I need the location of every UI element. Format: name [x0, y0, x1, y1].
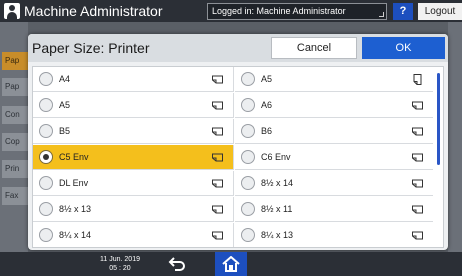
paper-size-option[interactable]: 8½ x 13 — [33, 197, 234, 222]
background-menu-item: Fax — [2, 187, 28, 205]
paper-size-option[interactable]: A4 — [33, 67, 234, 92]
radio-button-icon — [39, 202, 53, 216]
logout-button[interactable]: Logout — [418, 3, 462, 20]
home-icon — [222, 256, 240, 272]
paper-size-label: A6 — [261, 100, 273, 110]
paper-size-option[interactable]: 8¼ x 14 — [33, 223, 234, 247]
radio-button-icon — [39, 124, 53, 138]
paper-size-option[interactable]: C5 Env — [33, 145, 234, 170]
user-icon — [4, 3, 20, 19]
paper-size-dialog: Paper Size: Printer Cancel OK A4 A5 A5 A6 B5… — [28, 34, 448, 250]
paper-size-label: A5 — [261, 74, 273, 84]
time-text: 05 : 20 — [109, 265, 131, 272]
landscape-orientation-icon — [412, 153, 423, 162]
paper-size-label: 8¼ x 14 — [59, 230, 92, 240]
home-button[interactable] — [215, 252, 247, 276]
paper-size-label: 8½ x 13 — [59, 204, 92, 214]
radio-button-icon — [241, 202, 255, 216]
paper-size-label: B6 — [261, 126, 273, 136]
landscape-orientation-icon — [212, 75, 223, 84]
date-time: 11 Jun. 2019 05 : 20 — [100, 255, 140, 273]
background-right-panel — [448, 22, 462, 252]
top-system-bar: Machine Administrator Logged in: Machine… — [0, 0, 462, 22]
radio-button-icon — [39, 228, 53, 242]
radio-button-icon — [241, 150, 255, 164]
cancel-button[interactable]: Cancel — [271, 37, 357, 59]
radio-button-icon — [241, 72, 255, 86]
landscape-orientation-icon — [412, 101, 423, 110]
dialog-header: Paper Size: Printer Cancel OK — [28, 34, 448, 62]
paper-size-label: 8½ x 14 — [261, 178, 294, 188]
paper-size-option[interactable]: DL Env — [33, 171, 234, 196]
radio-button-icon — [39, 176, 53, 190]
radio-button-icon — [39, 150, 53, 164]
landscape-orientation-icon — [412, 231, 423, 240]
back-arrow-icon[interactable] — [168, 256, 186, 272]
paper-size-option[interactable]: A5 — [235, 67, 433, 92]
landscape-orientation-icon — [212, 101, 223, 110]
radio-button-icon — [39, 72, 53, 86]
radio-button-icon — [241, 176, 255, 190]
paper-size-label: C6 Env — [261, 152, 291, 162]
paper-size-option[interactable]: B5 — [33, 119, 234, 144]
paper-size-label: 8½ x 11 — [261, 204, 293, 214]
portrait-orientation-icon — [413, 74, 422, 85]
background-menu-item: Con — [2, 106, 28, 124]
ok-button[interactable]: OK — [362, 37, 445, 59]
landscape-orientation-icon — [412, 205, 423, 214]
paper-size-label: C5 Env — [59, 152, 89, 162]
expand-corner-icon — [379, 12, 384, 17]
paper-size-option[interactable]: 8½ x 14 — [235, 171, 433, 196]
landscape-orientation-icon — [412, 179, 423, 188]
landscape-orientation-icon — [212, 179, 223, 188]
radio-button-icon — [39, 98, 53, 112]
paper-size-option[interactable]: 8¼ x 13 — [235, 223, 433, 247]
landscape-orientation-icon — [212, 231, 223, 240]
dialog-title: Paper Size: Printer — [32, 40, 150, 56]
date-text: 11 Jun. 2019 — [100, 256, 140, 263]
paper-size-option[interactable]: A5 — [33, 93, 234, 118]
landscape-orientation-icon — [212, 205, 223, 214]
radio-button-icon — [241, 124, 255, 138]
user-name-title: Machine Administrator — [24, 3, 163, 19]
login-status-text: Logged in: Machine Administrator — [212, 6, 346, 16]
login-status-field[interactable]: Logged in: Machine Administrator — [207, 3, 387, 20]
paper-size-label: DL Env — [59, 178, 89, 188]
background-menu-item: Cop — [2, 133, 28, 151]
paper-size-label: B5 — [59, 126, 71, 136]
landscape-orientation-icon — [412, 127, 423, 136]
background-menu-item: Prin — [2, 160, 28, 178]
radio-button-icon — [241, 98, 255, 112]
background-menu-item: Pap — [2, 78, 28, 96]
paper-size-option[interactable]: 8½ x 11 — [235, 197, 433, 222]
paper-size-option[interactable]: B6 — [235, 119, 433, 144]
landscape-orientation-icon — [212, 127, 223, 136]
background-menu-item: Pap — [2, 52, 28, 70]
landscape-orientation-icon — [212, 153, 223, 162]
background-left-panel: Pap Pap Con Cop Prin Fax — [0, 22, 28, 252]
paper-size-option[interactable]: C6 Env — [235, 145, 433, 170]
help-button[interactable]: ? — [393, 3, 413, 20]
paper-size-label: 8¼ x 13 — [261, 230, 294, 240]
paper-size-option[interactable]: A6 — [235, 93, 433, 118]
paper-size-label: A4 — [59, 74, 71, 84]
paper-size-label: A5 — [59, 100, 71, 110]
radio-button-icon — [241, 228, 255, 242]
scrollbar[interactable] — [437, 73, 440, 165]
paper-size-list: A4 A5 A5 A6 B5 B6 C5 Env C6 Env DL Env 8½ x 14 8½ … — [32, 66, 444, 248]
bottom-system-bar: 11 Jun. 2019 05 : 20 — [0, 252, 462, 276]
